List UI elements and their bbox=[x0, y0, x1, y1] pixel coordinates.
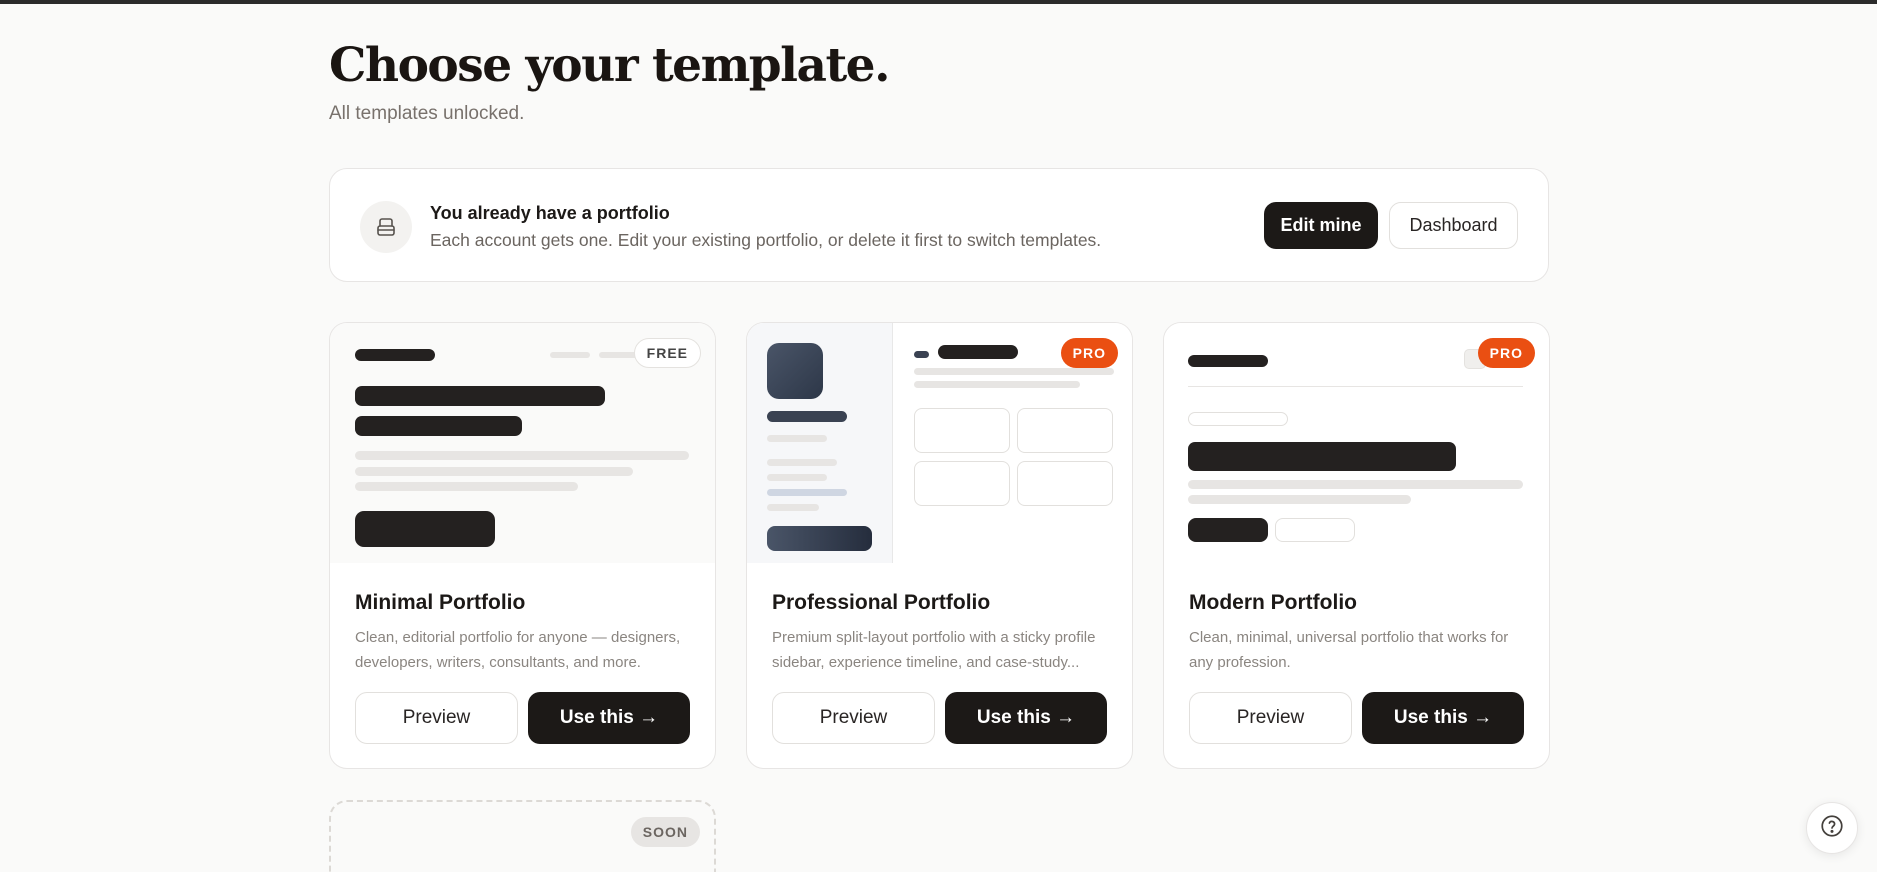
pro-badge: PRO bbox=[1477, 338, 1535, 368]
template-card-modern: PRO Modern Portfolio Clean, minimal, uni… bbox=[1163, 322, 1550, 769]
inbox-icon bbox=[360, 201, 412, 253]
pro-badge: PRO bbox=[1060, 338, 1118, 368]
preview-button[interactable]: Preview bbox=[355, 692, 518, 744]
template-description: Clean, minimal, universal portfolio that… bbox=[1189, 629, 1509, 671]
template-name: Minimal Portfolio bbox=[355, 591, 526, 614]
use-template-button[interactable]: Use this → bbox=[1362, 692, 1524, 744]
template-description: Premium split-layout portfolio with a st… bbox=[772, 629, 1096, 671]
use-template-button[interactable]: Use this → bbox=[528, 692, 690, 744]
template-description: Clean, editorial portfolio for anyone — … bbox=[355, 629, 681, 671]
template-card-coming-soon: SOON bbox=[329, 800, 716, 872]
template-card-minimal: FREE Minimal Portfolio Clean, editorial … bbox=[329, 322, 716, 769]
free-badge: FREE bbox=[633, 338, 701, 368]
template-name: Professional Portfolio bbox=[772, 591, 991, 614]
help-circle-icon bbox=[1819, 813, 1845, 844]
notice-title: You already have a portfolio bbox=[430, 203, 670, 223]
use-template-button[interactable]: Use this → bbox=[945, 692, 1107, 744]
edit-mine-button[interactable]: Edit mine bbox=[1264, 202, 1378, 249]
soon-badge: SOON bbox=[630, 817, 700, 847]
page-title: Choose your template. bbox=[329, 38, 890, 93]
template-card-professional: PRO Professional Portfolio Premium split… bbox=[746, 322, 1133, 769]
preview-button[interactable]: Preview bbox=[772, 692, 935, 744]
existing-portfolio-notice: You already have a portfolio Each accoun… bbox=[329, 168, 1549, 282]
template-name: Modern Portfolio bbox=[1189, 591, 1357, 614]
top-bar bbox=[0, 0, 1877, 4]
dashboard-button[interactable]: Dashboard bbox=[1389, 202, 1518, 249]
preview-button[interactable]: Preview bbox=[1189, 692, 1352, 744]
notice-text: Each account gets one. Edit your existin… bbox=[430, 230, 1102, 250]
help-button[interactable] bbox=[1806, 802, 1858, 854]
page-subtitle: All templates unlocked. bbox=[329, 103, 525, 124]
